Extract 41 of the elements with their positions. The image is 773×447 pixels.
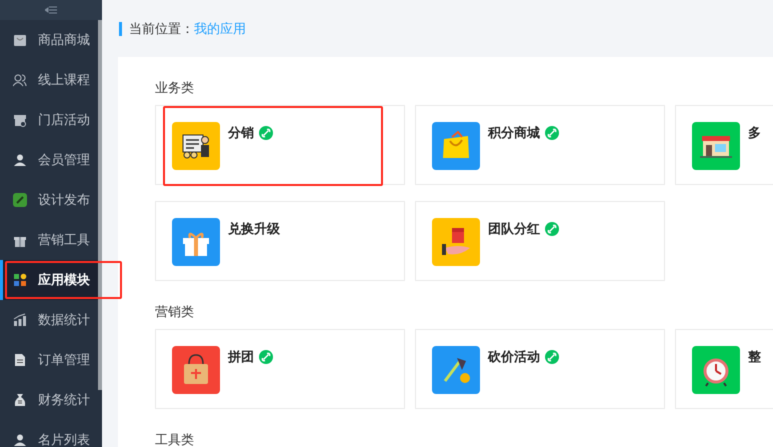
sidebar-item[interactable]: 订单管理	[0, 340, 102, 380]
money-icon	[13, 393, 27, 407]
scrollbar[interactable]	[98, 20, 102, 390]
sidebar-item[interactable]: 营销工具	[0, 220, 102, 260]
sidebar-item[interactable]: 门店活动	[0, 100, 102, 140]
user-icon	[13, 153, 27, 167]
app-name: 兑换升级	[228, 221, 280, 238]
chart-icon	[13, 313, 27, 327]
app-name: 砍价活动	[488, 349, 540, 366]
sidebar-item[interactable]: 会员管理	[0, 140, 102, 180]
breadcrumb-label: 当前位置：	[129, 21, 194, 38]
app-name: 拼团	[228, 349, 254, 366]
sidebar-item[interactable]: 线上课程	[0, 60, 102, 100]
user-icon	[13, 433, 27, 447]
store-icon	[13, 113, 27, 127]
sidebar-item[interactable]: 数据统计	[0, 300, 102, 340]
app-card[interactable]: 兑换升级	[155, 201, 405, 281]
sidebar-item[interactable]: 商品商城	[0, 20, 102, 60]
sidebar-item[interactable]: 名片列表	[0, 420, 102, 447]
app-name: 多	[748, 125, 761, 142]
collapse-icon[interactable]	[45, 6, 57, 14]
app-card[interactable]: 砍价活动	[415, 329, 665, 409]
app-card[interactable]: 整	[675, 329, 773, 409]
app-card[interactable]: 分销	[155, 105, 405, 185]
app-name: 整	[748, 349, 761, 366]
doc-icon	[13, 353, 27, 367]
sidebar-item[interactable]: 财务统计	[0, 380, 102, 420]
app-card[interactable]: 积分商城	[415, 105, 665, 185]
app-name: 积分商城	[488, 124, 540, 142]
apps-icon	[13, 273, 27, 287]
app-name: 分销	[228, 125, 254, 142]
section-title: 营销类	[155, 304, 195, 321]
section-title: 工具类	[155, 432, 195, 447]
app-card[interactable]: 拼团	[155, 329, 405, 409]
people-icon	[13, 73, 27, 87]
sidebar-item[interactable]: 设计发布	[0, 180, 102, 220]
app-name: 团队分红	[488, 221, 540, 238]
app-card[interactable]: 多	[675, 105, 773, 185]
bag-icon	[13, 33, 27, 47]
app-card[interactable]: 团队分红	[415, 201, 665, 281]
section-title: 业务类	[155, 80, 195, 97]
